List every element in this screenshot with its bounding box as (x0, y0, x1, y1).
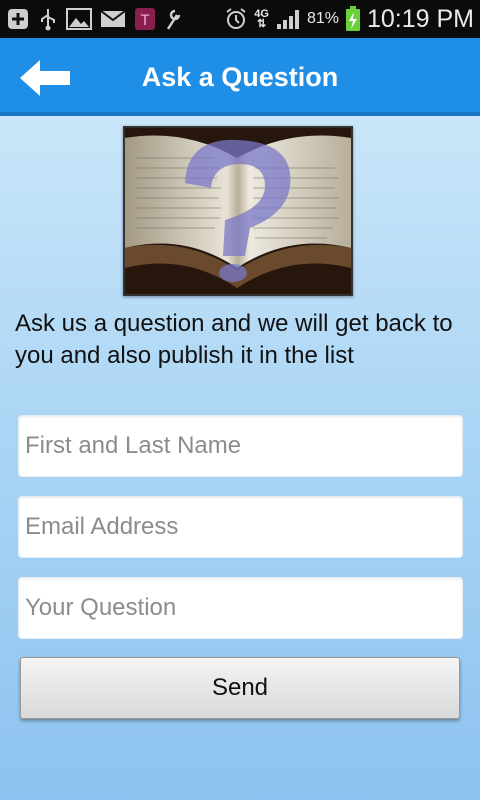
t-mobile-icon: T (134, 7, 156, 31)
email-field[interactable] (18, 496, 463, 558)
system-status: 4G ⇅ 81% 10:19 PM (224, 4, 474, 34)
name-field[interactable] (18, 415, 463, 477)
page-title: Ask a Question (141, 62, 339, 92)
add-icon (6, 7, 30, 31)
status-bar: T 4G ⇅ 81% 10:19 PM (0, 0, 480, 38)
usb-icon (38, 7, 58, 31)
bible-question-image (123, 126, 353, 296)
notification-icons: T (6, 6, 182, 32)
send-button[interactable]: Send (20, 657, 460, 719)
network-type: 4G ⇅ (254, 8, 269, 30)
question-field[interactable] (18, 577, 463, 639)
tool-icon (164, 7, 182, 31)
network-label: 4G (254, 8, 269, 20)
battery-percent: 81% (306, 10, 339, 27)
signal-icon (275, 7, 301, 31)
action-bar: Ask a Question (0, 38, 480, 116)
svg-text:T: T (140, 13, 150, 29)
intro-text: Ask us a question and we will get back t… (15, 310, 453, 369)
mail-icon (100, 7, 126, 31)
clock: 10:19 PM (366, 4, 474, 33)
image-icon (66, 7, 92, 31)
alarm-icon (224, 7, 248, 31)
battery-charging-icon (345, 6, 361, 31)
